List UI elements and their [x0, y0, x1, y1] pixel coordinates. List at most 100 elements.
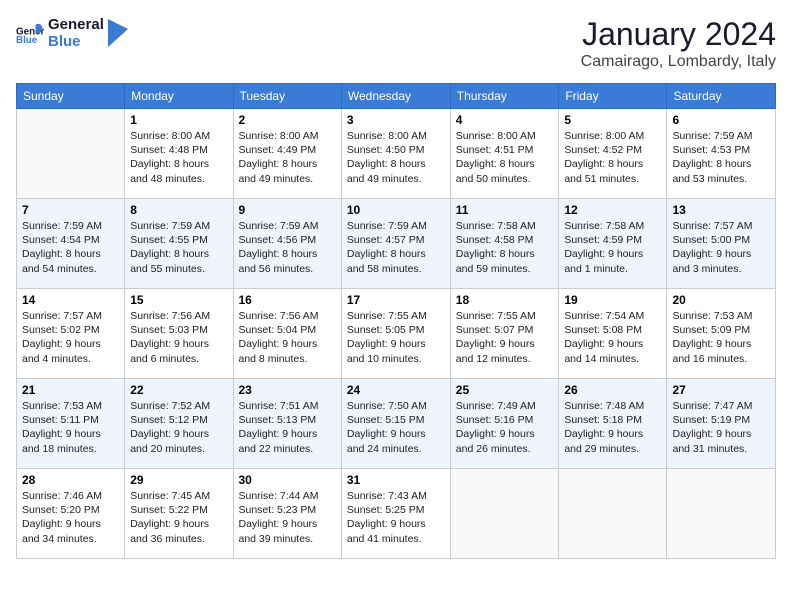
calendar-cell: 14 Sunrise: 7:57 AM Sunset: 5:02 PM Dayli… [17, 289, 125, 379]
location-title: Camairago, Lombardy, Italy [581, 53, 776, 71]
day-info: Sunrise: 7:52 AM Sunset: 5:12 PM Dayligh… [130, 399, 227, 456]
logo-icon: General Blue [16, 19, 44, 47]
day-info: Sunrise: 7:50 AM Sunset: 5:15 PM Dayligh… [347, 399, 445, 456]
day-number: 19 [564, 293, 661, 307]
calendar-cell: 9Sunrise: 7:59 AM Sunset: 4:56 PM Daylig… [233, 199, 341, 289]
calendar-cell: 7 Sunrise: 7:59 AM Sunset: 4:54 PM Daylig… [17, 199, 125, 289]
calendar-cell: 24Sunrise: 7:50 AM Sunset: 5:15 PM Dayli… [341, 379, 450, 469]
weekday-header-tuesday: Tuesday [233, 84, 341, 109]
day-info: Sunrise: 7:53 AM Sunset: 5:09 PM Dayligh… [672, 309, 770, 366]
day-info: Sunrise: 7:55 AM Sunset: 5:07 PM Dayligh… [456, 309, 554, 366]
calendar-cell: 3Sunrise: 8:00 AM Sunset: 4:50 PM Daylig… [341, 109, 450, 199]
day-number: 15 [130, 293, 227, 307]
day-number: 30 [239, 473, 336, 487]
day-info: Sunrise: 7:56 AM Sunset: 5:04 PM Dayligh… [239, 309, 336, 366]
calendar-cell: 10Sunrise: 7:59 AM Sunset: 4:57 PM Dayli… [341, 199, 450, 289]
day-info: Sunrise: 7:59 AM Sunset: 4:54 PM Dayligh… [22, 219, 119, 276]
calendar-cell: 6 Sunrise: 7:59 AM Sunset: 4:53 PM Daylig… [667, 109, 776, 199]
day-info: Sunrise: 7:43 AM Sunset: 5:25 PM Dayligh… [347, 489, 445, 546]
day-number: 6 [672, 113, 770, 127]
day-info: Sunrise: 7:47 AM Sunset: 5:19 PM Dayligh… [672, 399, 770, 456]
day-info: Sunrise: 8:00 AM Sunset: 4:48 PM Dayligh… [130, 129, 227, 186]
day-info: Sunrise: 7:58 AM Sunset: 4:58 PM Dayligh… [456, 219, 554, 276]
day-number: 11 [456, 203, 554, 217]
calendar-cell: 31 Sunrise: 7:43 AM Sunset: 5:25 PM Dayli… [341, 469, 450, 559]
day-info: Sunrise: 7:59 AM Sunset: 4:55 PM Dayligh… [130, 219, 227, 276]
day-info: Sunrise: 7:44 AM Sunset: 5:23 PM Dayligh… [239, 489, 336, 546]
day-number: 14 [22, 293, 119, 307]
day-number: 18 [456, 293, 554, 307]
calendar-cell: 22 Sunrise: 7:52 AM Sunset: 5:12 PM Dayli… [125, 379, 233, 469]
day-info: Sunrise: 7:45 AM Sunset: 5:22 PM Dayligh… [130, 489, 227, 546]
page-header: General Blue General Blue January 2024 C… [16, 16, 776, 71]
title-block: January 2024 Camairago, Lombardy, Italy [581, 16, 776, 71]
logo-triangle-icon [108, 19, 128, 47]
weekday-header-wednesday: Wednesday [341, 84, 450, 109]
day-number: 27 [672, 383, 770, 397]
month-title: January 2024 [581, 16, 776, 53]
day-info: Sunrise: 7:48 AM Sunset: 5:18 PM Dayligh… [564, 399, 661, 456]
day-info: Sunrise: 8:00 AM Sunset: 4:50 PM Dayligh… [347, 129, 445, 186]
day-info: Sunrise: 7:46 AM Sunset: 5:20 PM Dayligh… [22, 489, 119, 546]
calendar-cell: 29 Sunrise: 7:45 AM Sunset: 5:22 PM Dayli… [125, 469, 233, 559]
calendar-cell: 25Sunrise: 7:49 AM Sunset: 5:16 PM Dayli… [450, 379, 559, 469]
weekday-header-row: SundayMondayTuesdayWednesdayThursdayFrid… [17, 84, 776, 109]
weekday-header-monday: Monday [125, 84, 233, 109]
calendar-cell: 5Sunrise: 8:00 AM Sunset: 4:52 PM Daylig… [559, 109, 667, 199]
week-row-4: 21Sunrise: 7:53 AM Sunset: 5:11 PM Dayli… [17, 379, 776, 469]
logo-general: General [48, 16, 104, 33]
day-number: 31 [347, 473, 445, 487]
week-row-1: 1Sunrise: 8:00 AM Sunset: 4:48 PM Daylig… [17, 109, 776, 199]
day-info: Sunrise: 8:00 AM Sunset: 4:49 PM Dayligh… [239, 129, 336, 186]
week-row-5: 28Sunrise: 7:46 AM Sunset: 5:20 PM Dayli… [17, 469, 776, 559]
calendar-cell: 30 Sunrise: 7:44 AM Sunset: 5:23 PM Dayli… [233, 469, 341, 559]
calendar-cell: 28Sunrise: 7:46 AM Sunset: 5:20 PM Dayli… [17, 469, 125, 559]
calendar-cell: 18 Sunrise: 7:55 AM Sunset: 5:07 PM Dayli… [450, 289, 559, 379]
logo: General Blue General Blue [16, 16, 128, 50]
calendar-cell: 2Sunrise: 8:00 AM Sunset: 4:49 PM Daylig… [233, 109, 341, 199]
week-row-2: 7 Sunrise: 7:59 AM Sunset: 4:54 PM Daylig… [17, 199, 776, 289]
day-info: Sunrise: 7:55 AM Sunset: 5:05 PM Dayligh… [347, 309, 445, 366]
calendar-cell [450, 469, 559, 559]
day-number: 5 [564, 113, 661, 127]
calendar-cell [667, 469, 776, 559]
calendar-cell: 8Sunrise: 7:59 AM Sunset: 4:55 PM Daylig… [125, 199, 233, 289]
day-number: 20 [672, 293, 770, 307]
day-number: 23 [239, 383, 336, 397]
calendar-table: SundayMondayTuesdayWednesdayThursdayFrid… [16, 83, 776, 559]
calendar-cell: 4Sunrise: 8:00 AM Sunset: 4:51 PM Daylig… [450, 109, 559, 199]
svg-text:Blue: Blue [16, 35, 38, 46]
weekday-header-thursday: Thursday [450, 84, 559, 109]
day-number: 22 [130, 383, 227, 397]
day-info: Sunrise: 7:59 AM Sunset: 4:57 PM Dayligh… [347, 219, 445, 276]
weekday-header-friday: Friday [559, 84, 667, 109]
calendar-cell [17, 109, 125, 199]
day-info: Sunrise: 7:56 AM Sunset: 5:03 PM Dayligh… [130, 309, 227, 366]
calendar-cell: 13Sunrise: 7:57 AM Sunset: 5:00 PM Dayli… [667, 199, 776, 289]
day-info: Sunrise: 7:58 AM Sunset: 4:59 PM Dayligh… [564, 219, 661, 276]
day-info: Sunrise: 7:54 AM Sunset: 5:08 PM Dayligh… [564, 309, 661, 366]
weekday-header-saturday: Saturday [667, 84, 776, 109]
day-number: 26 [564, 383, 661, 397]
day-info: Sunrise: 7:51 AM Sunset: 5:13 PM Dayligh… [239, 399, 336, 456]
calendar-cell: 15 Sunrise: 7:56 AM Sunset: 5:03 PM Dayli… [125, 289, 233, 379]
calendar-cell: 11 Sunrise: 7:58 AM Sunset: 4:58 PM Dayli… [450, 199, 559, 289]
calendar-cell: 27 Sunrise: 7:47 AM Sunset: 5:19 PM Dayli… [667, 379, 776, 469]
day-number: 16 [239, 293, 336, 307]
calendar-cell: 19 Sunrise: 7:54 AM Sunset: 5:08 PM Dayli… [559, 289, 667, 379]
calendar-cell: 21Sunrise: 7:53 AM Sunset: 5:11 PM Dayli… [17, 379, 125, 469]
calendar-cell: 23 Sunrise: 7:51 AM Sunset: 5:13 PM Dayli… [233, 379, 341, 469]
calendar-cell: 26 Sunrise: 7:48 AM Sunset: 5:18 PM Dayli… [559, 379, 667, 469]
weekday-header-sunday: Sunday [17, 84, 125, 109]
day-number: 7 [22, 203, 119, 217]
day-number: 29 [130, 473, 227, 487]
day-info: Sunrise: 8:00 AM Sunset: 4:51 PM Dayligh… [456, 129, 554, 186]
day-info: Sunrise: 7:59 AM Sunset: 4:56 PM Dayligh… [239, 219, 336, 276]
day-info: Sunrise: 7:59 AM Sunset: 4:53 PM Dayligh… [672, 129, 770, 186]
day-info: Sunrise: 7:57 AM Sunset: 5:02 PM Dayligh… [22, 309, 119, 366]
day-number: 12 [564, 203, 661, 217]
day-number: 17 [347, 293, 445, 307]
logo-blue: Blue [48, 33, 104, 50]
day-info: Sunrise: 7:53 AM Sunset: 5:11 PM Dayligh… [22, 399, 119, 456]
calendar-cell: 16 Sunrise: 7:56 AM Sunset: 5:04 PM Dayli… [233, 289, 341, 379]
